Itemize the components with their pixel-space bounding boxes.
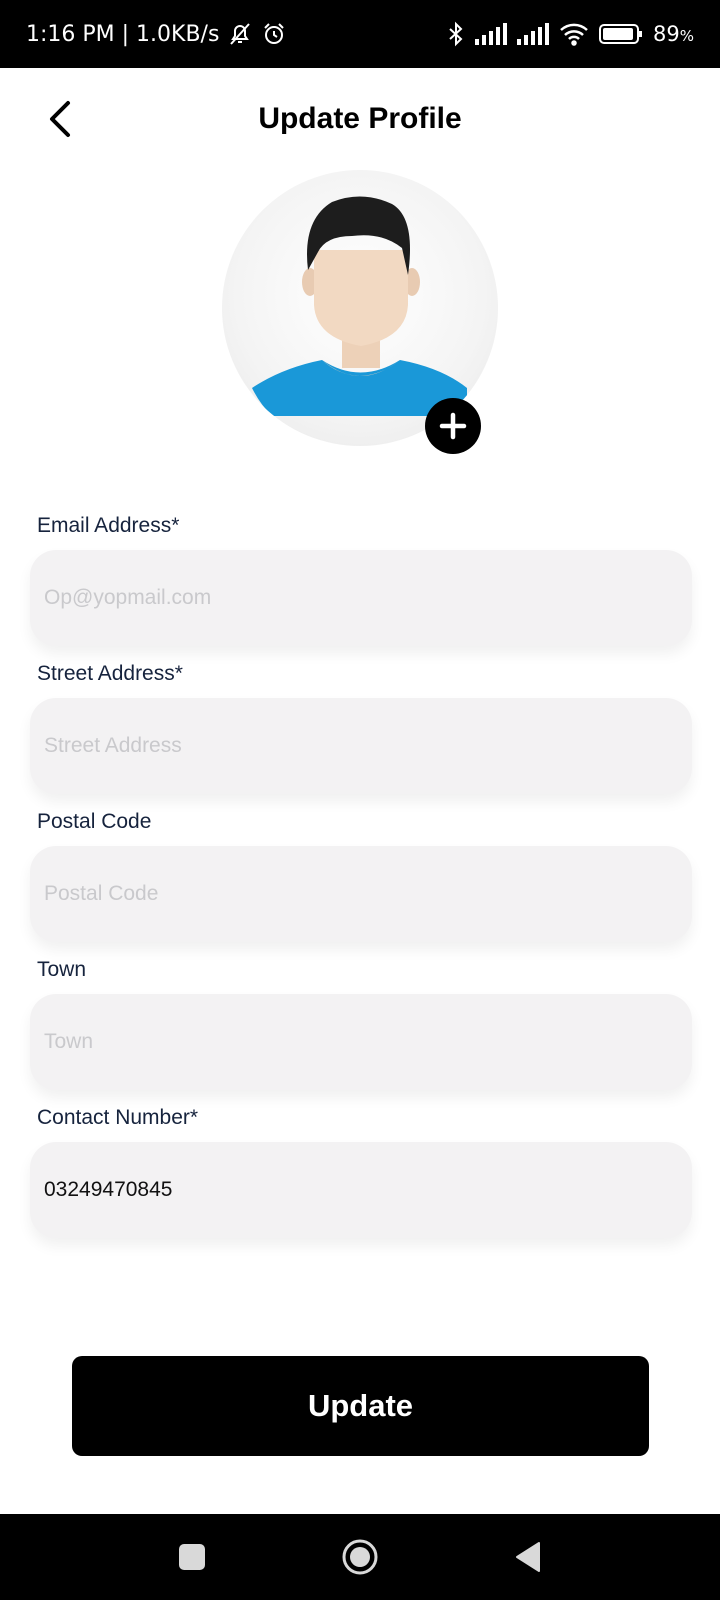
back-nav-button[interactable]: [488, 1514, 568, 1600]
town-field-group: Town: [30, 950, 692, 1090]
back-triangle-icon: [516, 1542, 540, 1572]
bell-off-icon: [227, 21, 253, 47]
email-label: Email Address*: [37, 514, 180, 537]
battery-unit: %: [679, 27, 694, 45]
street-field-group: Street Address*: [30, 654, 692, 794]
bluetooth-icon: [447, 21, 465, 47]
wifi-icon: [559, 22, 589, 46]
alarm-icon: [261, 21, 287, 47]
home-circle-icon: [342, 1539, 378, 1575]
home-button[interactable]: [320, 1514, 400, 1600]
signal-icon: [475, 23, 507, 45]
add-photo-button[interactable]: [425, 398, 481, 454]
update-button[interactable]: Update: [72, 1356, 649, 1456]
postal-field-group: Postal Code: [30, 802, 692, 942]
profile-form: Email Address* Street Address* Postal Co…: [30, 506, 692, 1246]
town-label: Town: [37, 958, 87, 981]
email-field-group: Email Address*: [30, 506, 692, 646]
signal-icon: [517, 23, 549, 45]
page-title: Update Profile: [258, 102, 462, 135]
status-bar: 1:16 PM | 1.0KB/s 89%: [0, 0, 720, 68]
system-nav-bar: [0, 1514, 720, 1600]
plus-icon: [439, 412, 467, 440]
street-address-field[interactable]: [30, 698, 692, 794]
recents-button[interactable]: [152, 1514, 232, 1600]
contact-number-field[interactable]: [30, 1142, 692, 1238]
recents-square-icon: [179, 1544, 205, 1570]
town-field[interactable]: [30, 994, 692, 1090]
battery-level: 89: [653, 22, 680, 46]
battery-icon: [599, 23, 643, 45]
header: Update Profile: [0, 68, 720, 172]
postal-label: Postal Code: [37, 810, 152, 833]
street-label: Street Address*: [37, 662, 183, 685]
avatar-section: [222, 170, 498, 454]
contact-label: Contact Number*: [37, 1106, 199, 1129]
contact-field-group: Contact Number*: [30, 1098, 692, 1238]
email-field[interactable]: [30, 550, 692, 646]
status-time-speed: 1:16 PM | 1.0KB/s: [26, 21, 220, 47]
postal-code-field[interactable]: [30, 846, 692, 942]
